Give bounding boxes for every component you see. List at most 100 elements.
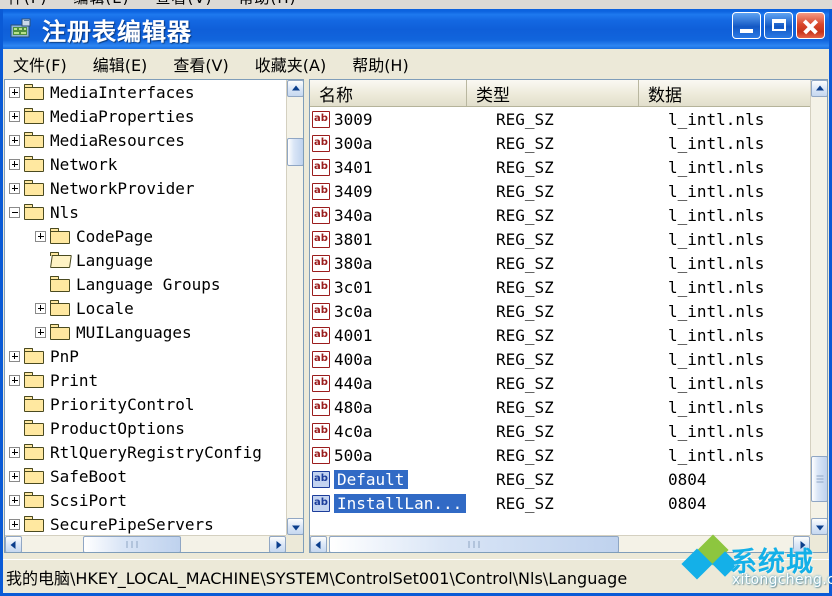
tree-node[interactable]: NetworkProvider xyxy=(5,176,286,200)
menu-favorites[interactable]: 收藏夹(A) xyxy=(255,51,338,78)
tree-scroll-left-button[interactable] xyxy=(5,536,22,552)
value-name-cell: 4c0a xyxy=(334,421,373,441)
tree-node[interactable]: PnP xyxy=(5,344,286,368)
registry-editor-icon xyxy=(8,16,34,42)
table-row[interactable]: ab InstallLan... REG_SZ 0804 xyxy=(310,491,810,515)
folder-icon xyxy=(24,444,44,460)
menu-help[interactable]: 帮助(H) xyxy=(352,51,421,78)
value-name-cell: 480a xyxy=(334,397,373,417)
tree-node[interactable]: SecurePipeServers xyxy=(5,512,286,535)
column-header-name[interactable]: 名称 xyxy=(310,80,467,106)
tree-expand-icon[interactable] xyxy=(9,518,20,530)
tree-node-label: Language xyxy=(76,250,154,270)
table-row[interactable]: ab 3c0a REG_SZ l_intl.nls xyxy=(310,299,810,323)
table-row[interactable]: ab 440a REG_SZ l_intl.nls xyxy=(310,371,810,395)
folder-icon xyxy=(24,516,44,532)
table-row[interactable]: ab 4c0a REG_SZ l_intl.nls xyxy=(310,419,810,443)
tree-node[interactable]: Nls xyxy=(5,200,286,224)
tree-node[interactable]: ProductOptions xyxy=(5,416,286,440)
list-scroll-thumb[interactable] xyxy=(811,456,827,502)
tree-expand-icon[interactable] xyxy=(9,470,20,482)
tree-node[interactable]: MediaInterfaces xyxy=(5,80,286,104)
value-name-cell: 400a xyxy=(334,349,373,369)
table-row[interactable]: ab 400a REG_SZ l_intl.nls xyxy=(310,347,810,371)
list-hscroll-thumb[interactable] xyxy=(329,536,619,552)
registry-tree[interactable]: MediaInterfaces MediaProperties MediaResou… xyxy=(5,80,286,535)
column-header-data[interactable]: 数据 xyxy=(639,80,810,106)
tree-scroll-up-button[interactable] xyxy=(287,80,303,97)
tree-expand-icon[interactable] xyxy=(35,326,46,338)
value-name-text: Default xyxy=(334,469,409,489)
tree-expand-icon[interactable] xyxy=(9,158,20,170)
tree-hscroll-thumb[interactable] xyxy=(83,536,181,552)
table-row[interactable]: ab 4001 REG_SZ l_intl.nls xyxy=(310,323,810,347)
tree-expand-icon[interactable] xyxy=(35,230,46,242)
tree-node[interactable]: CodePage xyxy=(5,224,286,248)
tree-node[interactable]: SafeBoot xyxy=(5,464,286,488)
value-type-cell: REG_SZ xyxy=(496,373,554,393)
tree-vertical-scrollbar[interactable] xyxy=(286,80,303,535)
folder-icon xyxy=(50,300,70,316)
table-row[interactable]: ab 3009 REG_SZ l_intl.nls xyxy=(310,107,810,131)
menu-view[interactable]: 查看(V) xyxy=(173,51,240,78)
table-row[interactable]: ab 3401 REG_SZ l_intl.nls xyxy=(310,155,810,179)
tree-node[interactable]: PriorityControl xyxy=(5,392,286,416)
tree-expand-icon[interactable] xyxy=(9,182,20,194)
list-scroll-left-button[interactable] xyxy=(310,536,327,552)
tree-node[interactable]: Network xyxy=(5,152,286,176)
table-row[interactable]: ab 300a REG_SZ l_intl.nls xyxy=(310,131,810,155)
tree-expand-icon[interactable] xyxy=(9,350,20,362)
tree-scroll-right-button[interactable] xyxy=(269,536,286,552)
tree-scroll-thumb[interactable] xyxy=(287,138,303,166)
tree-node[interactable]: RtlQueryRegistryConfig xyxy=(5,440,286,464)
table-row[interactable]: ab 3801 REG_SZ l_intl.nls xyxy=(310,227,810,251)
list-horizontal-scrollbar[interactable] xyxy=(310,535,810,552)
list-scroll-down-button[interactable] xyxy=(811,518,827,535)
table-row[interactable]: ab 3409 REG_SZ l_intl.nls xyxy=(310,179,810,203)
tree-expand-icon[interactable] xyxy=(9,494,20,506)
table-row[interactable]: ab 3c01 REG_SZ l_intl.nls xyxy=(310,275,810,299)
list-scroll-right-button[interactable] xyxy=(793,536,810,552)
tree-scroll-down-button[interactable] xyxy=(287,518,303,535)
tree-node[interactable]: MediaResources xyxy=(5,128,286,152)
minimize-button[interactable] xyxy=(732,12,761,39)
table-row[interactable]: ab Default REG_SZ 0804 xyxy=(310,467,810,491)
table-row[interactable]: ab 500a REG_SZ l_intl.nls xyxy=(310,443,810,467)
tree-expand-icon[interactable] xyxy=(35,302,46,314)
value-type-cell: REG_SZ xyxy=(496,349,554,369)
tree-node-label: ScsiPort xyxy=(50,490,128,510)
tree-expand-icon[interactable] xyxy=(9,134,20,146)
close-button[interactable] xyxy=(796,12,825,39)
folder-icon xyxy=(24,132,44,148)
tree-node[interactable]: MediaProperties xyxy=(5,104,286,128)
tree-expand-icon[interactable] xyxy=(9,446,20,458)
tree-collapse-icon[interactable] xyxy=(9,206,20,218)
tree-node[interactable]: Language Groups xyxy=(5,272,286,296)
value-type-cell: REG_SZ xyxy=(496,109,554,129)
value-type-cell: REG_SZ xyxy=(496,469,554,489)
tree-expand-icon[interactable] xyxy=(9,110,20,122)
tree-node[interactable]: ScsiPort xyxy=(5,488,286,512)
registry-values-list[interactable]: ab 3009 REG_SZ l_intl.nls ab 300a REG_SZ l_intl… xyxy=(310,107,810,535)
maximize-button[interactable] xyxy=(764,12,793,39)
tree-horizontal-scrollbar[interactable] xyxy=(5,535,286,552)
tree-node[interactable]: Print xyxy=(5,368,286,392)
tree-expand-icon[interactable] xyxy=(9,374,20,386)
table-row[interactable]: ab 380a REG_SZ l_intl.nls xyxy=(310,251,810,275)
list-vertical-scrollbar[interactable] xyxy=(810,80,827,535)
tree-expand-icon[interactable] xyxy=(9,86,20,98)
status-bar: 我的电脑\HKEY_LOCAL_MACHINE\SYSTEM\ControlSe… xyxy=(3,559,829,593)
tree-node[interactable]: Locale xyxy=(5,296,286,320)
list-scroll-up-button[interactable] xyxy=(811,80,827,97)
folder-open-icon xyxy=(50,252,72,268)
column-header-type[interactable]: 类型 xyxy=(467,80,639,106)
table-row[interactable]: ab 480a REG_SZ l_intl.nls xyxy=(310,395,810,419)
tree-node-label: MediaProperties xyxy=(50,106,195,126)
menu-edit[interactable]: 编辑(E) xyxy=(93,51,160,78)
tree-node[interactable]: MUILanguages xyxy=(5,320,286,344)
tree-node[interactable]: Language xyxy=(5,248,286,272)
menu-file[interactable]: 文件(F) xyxy=(13,51,79,78)
value-name-cell: 500a xyxy=(334,445,373,465)
tree-node-label: MediaResources xyxy=(50,130,185,150)
table-row[interactable]: ab 340a REG_SZ l_intl.nls xyxy=(310,203,810,227)
